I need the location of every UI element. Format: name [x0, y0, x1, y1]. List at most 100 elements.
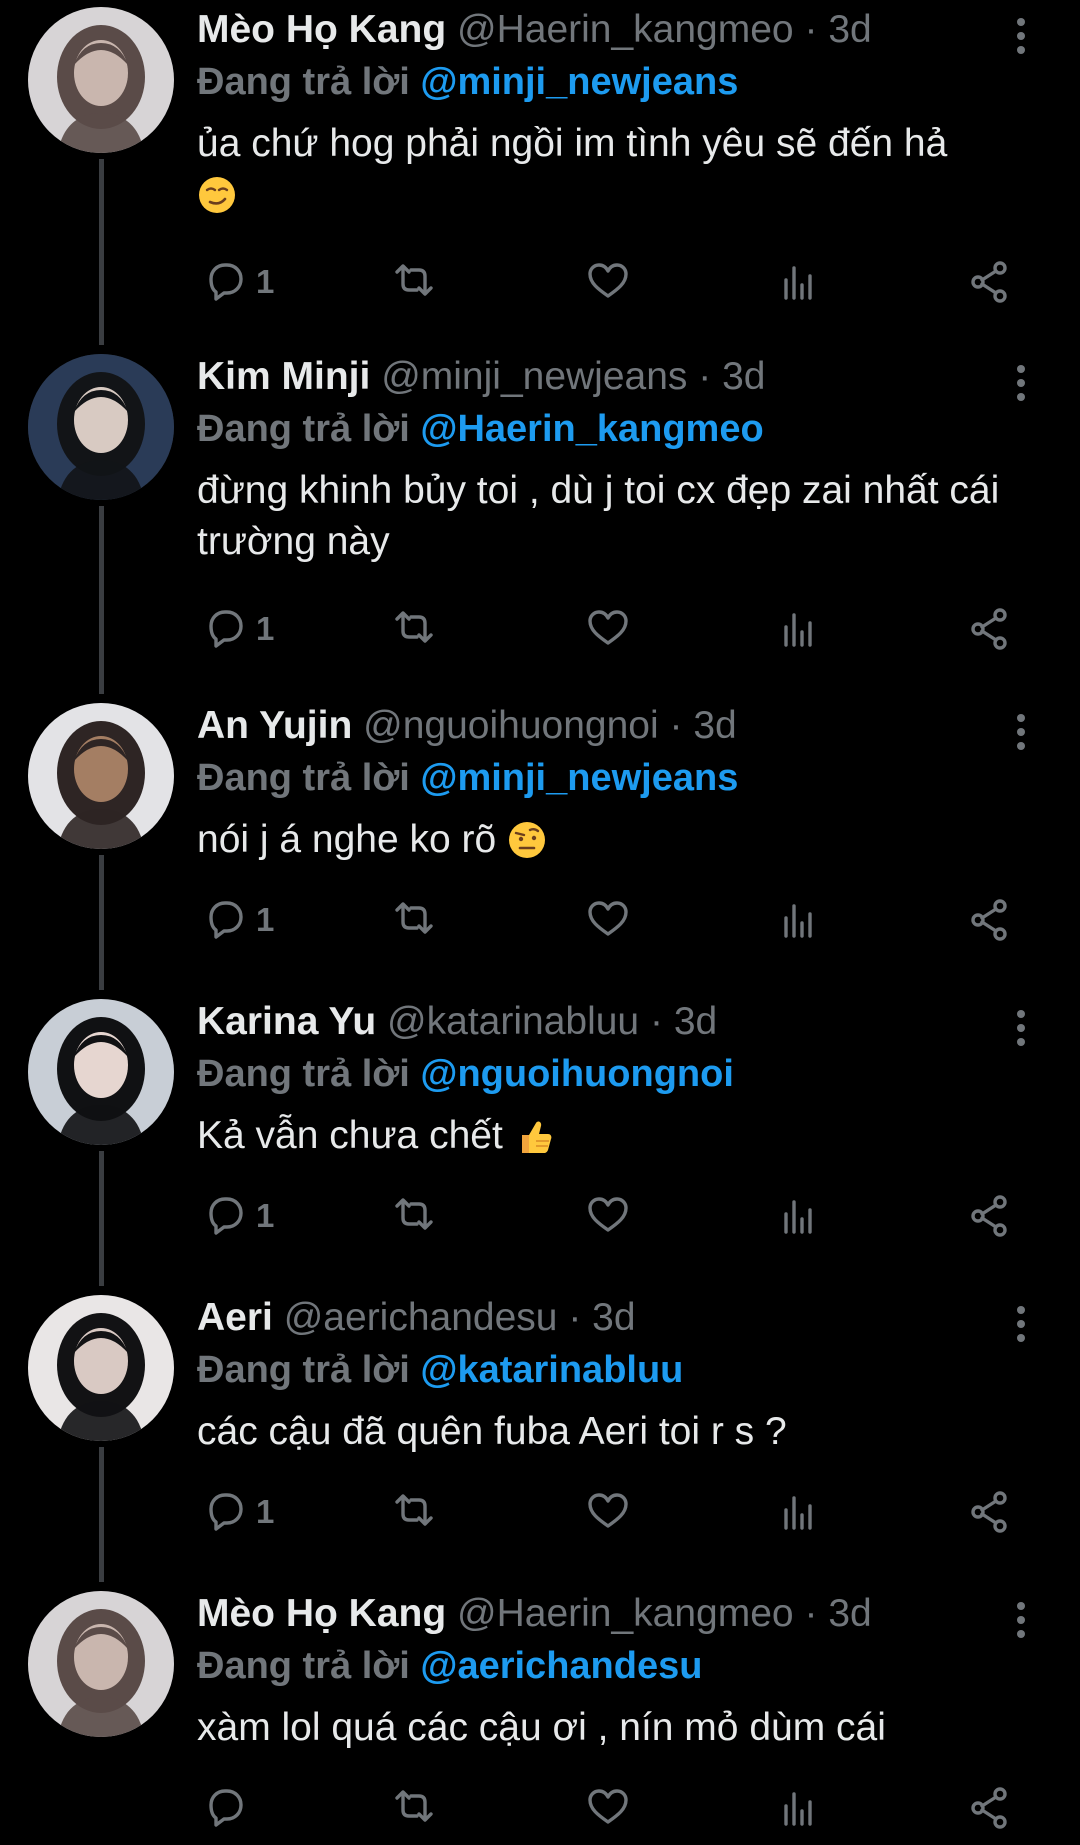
timestamp[interactable]: 3d	[722, 355, 765, 398]
like-button[interactable]	[584, 1487, 632, 1537]
share-button[interactable]	[966, 257, 1014, 307]
share-button[interactable]	[966, 604, 1014, 654]
replying-to-handle[interactable]: @katarinabluu	[420, 1349, 683, 1391]
share-button[interactable]	[966, 1783, 1014, 1833]
separator-dot: ·	[804, 8, 818, 51]
user-handle[interactable]: @minji_newjeans	[381, 355, 687, 398]
tweet-text-content: xàm lol quá các cậu ơi , nín mỏ dùm cái	[197, 1706, 886, 1749]
timestamp[interactable]: 3d	[592, 1296, 635, 1339]
timestamp[interactable]: 3d	[693, 704, 736, 747]
like-button[interactable]	[584, 257, 632, 307]
user-avatar[interactable]	[28, 7, 174, 153]
display-name[interactable]: Aeri	[197, 1296, 273, 1339]
tweet[interactable]: Kim Minji @minji_newjeans · 3d Đang trả l…	[0, 347, 1080, 696]
tweet-header: Karina Yu @katarinabluu · 3d	[197, 998, 717, 1046]
like-button[interactable]	[584, 1191, 632, 1241]
avatar-photo	[28, 1295, 174, 1441]
retweet-button[interactable]	[390, 1783, 438, 1833]
user-handle[interactable]: @Haerin_kangmeo	[457, 8, 794, 51]
reply-button[interactable]: 1	[202, 1191, 274, 1241]
views-button[interactable]	[776, 1783, 824, 1833]
tweet-header: Aeri @aerichandesu · 3d	[197, 1294, 636, 1342]
retweet-button[interactable]	[390, 895, 438, 945]
reply-button[interactable]: 1	[202, 895, 274, 945]
more-options-button[interactable]	[1008, 1304, 1034, 1344]
share-button[interactable]	[966, 895, 1014, 945]
reply-button[interactable]	[202, 1783, 256, 1833]
reply-button[interactable]: 1	[202, 1487, 274, 1537]
replying-to-handle[interactable]: @Haerin_kangmeo	[420, 408, 763, 450]
more-options-button[interactable]	[1008, 363, 1034, 403]
timestamp[interactable]: 3d	[674, 1000, 717, 1043]
tweet[interactable]: Mèo Họ Kang @Haerin_kangmeo · 3d Đang trả…	[0, 0, 1080, 347]
like-button[interactable]	[584, 604, 632, 654]
user-avatar[interactable]	[28, 1295, 174, 1441]
retweet-icon	[395, 902, 433, 934]
tweet[interactable]: Aeri @aerichandesu · 3d Đang trả lời @kat…	[0, 1288, 1080, 1584]
replying-to-label: Đang trả lời	[197, 1053, 410, 1095]
tweet[interactable]: Mèo Họ Kang @Haerin_kangmeo · 3d Đang trả…	[0, 1584, 1080, 1845]
timestamp[interactable]: 3d	[828, 8, 871, 51]
views-button[interactable]	[776, 1487, 824, 1537]
reply-count: 1	[256, 610, 275, 647]
user-avatar[interactable]	[28, 999, 174, 1145]
share-button[interactable]	[966, 1487, 1014, 1537]
replying-to-handle[interactable]: @minji_newjeans	[420, 61, 738, 103]
user-avatar[interactable]	[28, 1591, 174, 1737]
views-button[interactable]	[776, 604, 824, 654]
display-name[interactable]: Kim Minji	[197, 355, 370, 398]
retweet-button[interactable]	[390, 604, 438, 654]
more-options-button[interactable]	[1008, 712, 1034, 752]
share-button[interactable]	[966, 1191, 1014, 1241]
like-button[interactable]	[584, 1783, 632, 1833]
retweet-button[interactable]	[390, 257, 438, 307]
tweet-text-content: các cậu đã quên fuba Aeri toi r s ?	[197, 1410, 787, 1453]
reply-button[interactable]: 1	[202, 604, 274, 654]
reply-button[interactable]: 1	[202, 257, 274, 307]
reply-icon	[209, 1789, 243, 1827]
display-name[interactable]: Mèo Họ Kang	[197, 1592, 446, 1635]
tweet-actions: 1	[0, 257, 1080, 307]
tweet-text: ủa chứ hog phải ngồi im tình yêu sẽ đến …	[197, 118, 1027, 228]
smirking-face-icon	[199, 177, 235, 213]
avatar-photo	[28, 703, 174, 849]
share-icon	[971, 608, 1007, 650]
replying-to-handle[interactable]: @nguoihuongnoi	[420, 1053, 734, 1095]
share-icon	[971, 1491, 1007, 1533]
like-icon	[588, 1197, 628, 1232]
retweet-button[interactable]	[390, 1191, 438, 1241]
more-options-button[interactable]	[1008, 16, 1034, 56]
replying-to-line: Đang trả lời @nguoihuongnoi	[197, 1050, 734, 1098]
replying-to-handle[interactable]: @minji_newjeans	[420, 757, 738, 799]
tweet[interactable]: Karina Yu @katarinabluu · 3d Đang trả lời…	[0, 992, 1080, 1288]
more-options-button[interactable]	[1008, 1008, 1034, 1048]
user-handle[interactable]: @nguoihuongnoi	[363, 704, 659, 747]
display-name[interactable]: Mèo Họ Kang	[197, 8, 446, 51]
more-vertical-icon	[1017, 1602, 1025, 1638]
user-avatar[interactable]	[28, 354, 174, 500]
replying-to-handle[interactable]: @aerichandesu	[420, 1645, 702, 1687]
user-handle[interactable]: @aerichandesu	[284, 1296, 558, 1339]
more-options-button[interactable]	[1008, 1600, 1034, 1640]
more-vertical-icon	[1017, 18, 1025, 54]
display-name[interactable]: An Yujin	[197, 704, 352, 747]
views-button[interactable]	[776, 257, 824, 307]
timestamp[interactable]: 3d	[828, 1592, 871, 1635]
reply-count: 1	[256, 263, 275, 300]
retweet-button[interactable]	[390, 1487, 438, 1537]
tweet[interactable]: An Yujin @nguoihuongnoi · 3d Đang trả lời…	[0, 696, 1080, 992]
retweet-icon	[395, 264, 433, 296]
tweet-header: An Yujin @nguoihuongnoi · 3d	[197, 702, 737, 750]
views-icon	[784, 1200, 812, 1234]
tweet-header: Kim Minji @minji_newjeans · 3d	[197, 353, 766, 401]
display-name[interactable]: Karina Yu	[197, 1000, 376, 1043]
more-vertical-icon	[1017, 714, 1025, 750]
user-avatar[interactable]	[28, 703, 174, 849]
like-button[interactable]	[584, 895, 632, 945]
user-handle[interactable]: @Haerin_kangmeo	[457, 1592, 794, 1635]
tweet-header: Mèo Họ Kang @Haerin_kangmeo · 3d	[197, 1590, 872, 1638]
views-button[interactable]	[776, 1191, 824, 1241]
user-handle[interactable]: @katarinabluu	[387, 1000, 639, 1043]
views-button[interactable]	[776, 895, 824, 945]
separator-dot: ·	[568, 1296, 582, 1339]
